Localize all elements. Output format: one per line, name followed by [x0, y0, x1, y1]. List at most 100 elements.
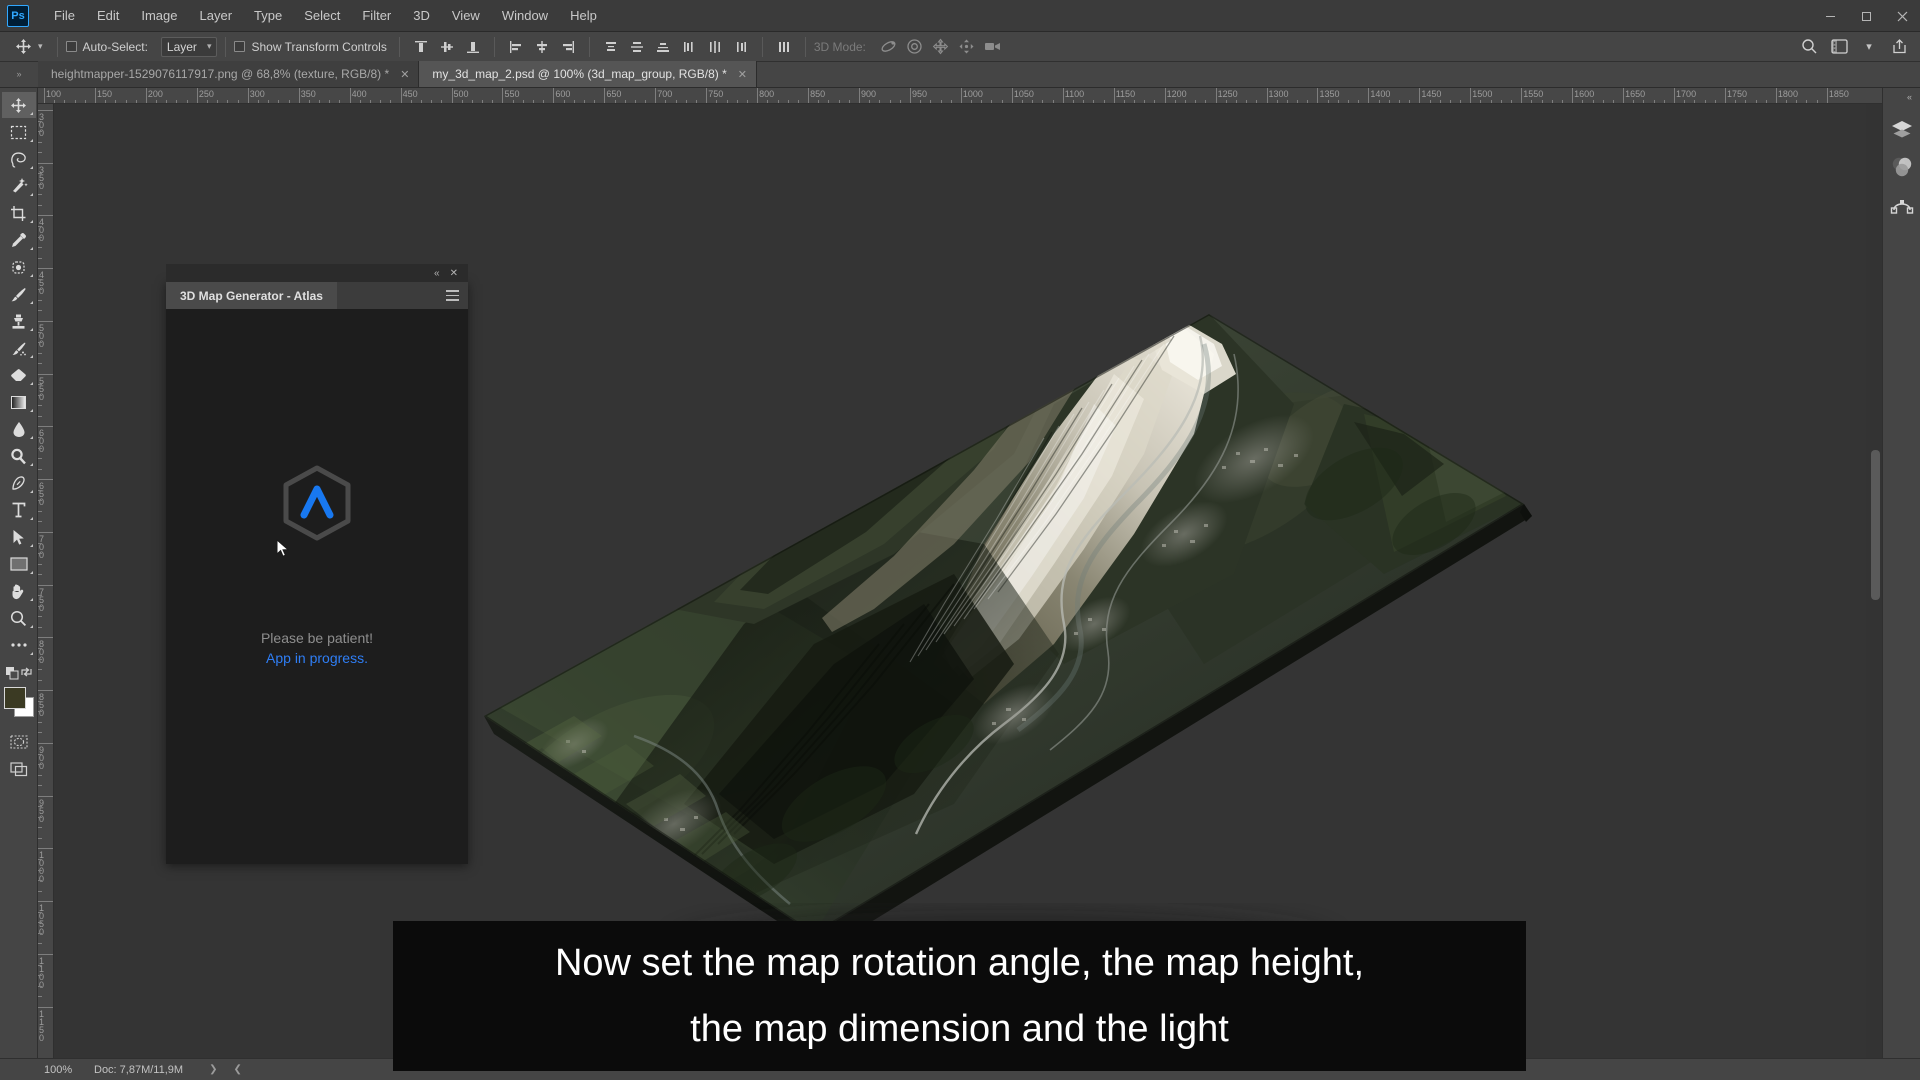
rectangle-tool[interactable]: [2, 551, 36, 577]
close-button[interactable]: [1884, 0, 1920, 32]
menu-window[interactable]: Window: [491, 0, 559, 32]
auto-select-checkbox[interactable]: Auto-Select:: [65, 40, 148, 54]
align-right-edges-icon[interactable]: [557, 36, 579, 58]
status-collapse-icon[interactable]: ❮: [233, 1064, 241, 1075]
distribute-vertical-centers-icon[interactable]: [626, 36, 648, 58]
menu-layer[interactable]: Layer: [189, 0, 244, 32]
plugin-panel-3d-map-generator[interactable]: « ✕ 3D Map Generator - Atlas Please be p…: [166, 264, 468, 864]
chevron-down-icon[interactable]: ▾: [1854, 35, 1884, 59]
distribute-left-edges-icon[interactable]: [678, 36, 700, 58]
show-transform-controls-checkbox[interactable]: Show Transform Controls: [234, 40, 387, 54]
lasso-tool[interactable]: [2, 146, 36, 172]
gradient-tool[interactable]: [2, 389, 36, 415]
menu-edit[interactable]: Edit: [86, 0, 130, 32]
title-bar: Ps File Edit Image Layer Type Select Fil…: [0, 0, 1920, 32]
close-icon[interactable]: ✕: [400, 68, 409, 81]
search-icon[interactable]: [1794, 35, 1824, 59]
crop-tool[interactable]: [2, 200, 36, 226]
distribute-bottom-edges-icon[interactable]: [652, 36, 674, 58]
collapse-icon[interactable]: «: [434, 268, 440, 279]
pen-tool[interactable]: [2, 470, 36, 496]
share-icon[interactable]: [1884, 35, 1914, 59]
tool-corner-marker: [29, 382, 33, 385]
menu-image[interactable]: Image: [130, 0, 188, 32]
pan-3d-icon[interactable]: [930, 36, 952, 58]
hamburger-menu-icon[interactable]: [446, 290, 459, 304]
align-vertical-centers-icon[interactable]: [436, 36, 458, 58]
history-brush-tool[interactable]: [2, 335, 36, 361]
menu-view[interactable]: View: [441, 0, 491, 32]
plugin-panel-tab[interactable]: 3D Map Generator - Atlas: [166, 282, 337, 309]
distribute-spacing-icon[interactable]: [773, 36, 795, 58]
paths-panel-icon[interactable]: [1885, 188, 1919, 222]
path-selection-tool[interactable]: [2, 524, 36, 550]
edit-toolbar-tool[interactable]: [2, 632, 36, 658]
layer-select-dropdown[interactable]: Layer ▾: [160, 36, 218, 57]
layers-panel-icon[interactable]: [1885, 112, 1919, 146]
spot-healing-brush-tool[interactable]: [2, 254, 36, 280]
menu-file[interactable]: File: [43, 0, 86, 32]
quick-mask-icon[interactable]: [2, 729, 36, 755]
minimize-button[interactable]: [1812, 0, 1848, 32]
ruler-tick: [38, 331, 42, 333]
horizontal-ruler[interactable]: 100 150 200 250 300 350 400 450 500 550 600 650 700 7…: [38, 88, 1882, 104]
distribute-right-edges-icon[interactable]: [730, 36, 752, 58]
menu-select[interactable]: Select: [293, 0, 351, 32]
maximize-button[interactable]: [1848, 0, 1884, 32]
canvas-area[interactable]: « ✕ 3D Map Generator - Atlas Please be p…: [54, 104, 1882, 1064]
document-tab-heightmapper[interactable]: heightmapper-1529076117917.png @ 68,8% (…: [38, 61, 420, 87]
document-size-info[interactable]: Doc: 7,87M/11,9M: [68, 1064, 183, 1076]
rectangular-marquee-tool[interactable]: [2, 119, 36, 145]
magic-wand-tool[interactable]: [2, 173, 36, 199]
ruler-tick: [38, 310, 42, 312]
hand-tool[interactable]: [2, 578, 36, 604]
blur-tool[interactable]: [2, 416, 36, 442]
show-transform-checkbox-box[interactable]: [234, 41, 246, 52]
align-top-edges-icon[interactable]: [410, 36, 432, 58]
align-horizontal-centers-icon[interactable]: [531, 36, 553, 58]
document-tab-my-3d-map[interactable]: my_3d_map_2.psd @ 100% (3d_map_group, RG…: [419, 61, 757, 87]
ruler-tick: [38, 563, 42, 565]
tool-preset-chevron-icon[interactable]: ▾: [38, 41, 43, 52]
distribute-horizontal-centers-icon[interactable]: [704, 36, 726, 58]
tutorial-caption: Now set the map rotation angle, the map …: [393, 921, 1526, 1071]
move-tool-icon[interactable]: [10, 35, 36, 59]
canvas-vertical-scrollbar[interactable]: [1871, 450, 1880, 600]
ruler-label: 1250: [1217, 89, 1238, 99]
brush-tool[interactable]: [2, 281, 36, 307]
ruler-label: 8 5 0: [39, 692, 45, 719]
close-icon[interactable]: ✕: [450, 268, 458, 279]
plugin-status-line1: Please be patient!: [260, 630, 374, 646]
roll-3d-icon[interactable]: [904, 36, 926, 58]
move-tool[interactable]: [1, 92, 36, 118]
eraser-tool[interactable]: [2, 362, 36, 388]
scale-3d-icon[interactable]: [982, 36, 1004, 58]
menu-help[interactable]: Help: [559, 0, 608, 32]
menu-3d[interactable]: 3D: [402, 0, 441, 32]
collapse-icon[interactable]: «: [1907, 92, 1912, 102]
clone-stamp-tool[interactable]: [2, 308, 36, 334]
swap-colors-icon[interactable]: [20, 666, 33, 681]
foreground-color-swatch[interactable]: [3, 687, 26, 709]
align-left-edges-icon[interactable]: [505, 36, 527, 58]
align-buttons-group: [408, 36, 581, 58]
menu-type[interactable]: Type: [243, 0, 293, 32]
slide-3d-icon[interactable]: [956, 36, 978, 58]
distribute-top-edges-icon[interactable]: [600, 36, 622, 58]
menu-filter[interactable]: Filter: [351, 0, 402, 32]
type-tool[interactable]: [2, 497, 36, 523]
screen-mode-icon[interactable]: [2, 756, 36, 782]
adjustments-panel-icon[interactable]: [1885, 150, 1919, 184]
zoom-level[interactable]: 100%: [0, 1064, 72, 1076]
auto-select-checkbox-box[interactable]: [65, 41, 77, 52]
tab-bar-drag-handle[interactable]: »: [0, 61, 38, 87]
eyedropper-tool[interactable]: [2, 227, 36, 253]
close-icon[interactable]: ✕: [738, 68, 747, 81]
dodge-tool[interactable]: [2, 443, 36, 469]
orbit-3d-icon[interactable]: [878, 36, 900, 58]
workspace-icon[interactable]: [1824, 35, 1854, 59]
status-expand-icon[interactable]: ❯: [209, 1064, 217, 1075]
align-bottom-edges-icon[interactable]: [462, 36, 484, 58]
vertical-ruler[interactable]: 3 0 0 3 5 0 4 0 0 4 5 0 5 0 0 5 5 0 6 0 0 6 5 0…: [38, 104, 54, 1064]
zoom-tool[interactable]: [2, 605, 36, 631]
